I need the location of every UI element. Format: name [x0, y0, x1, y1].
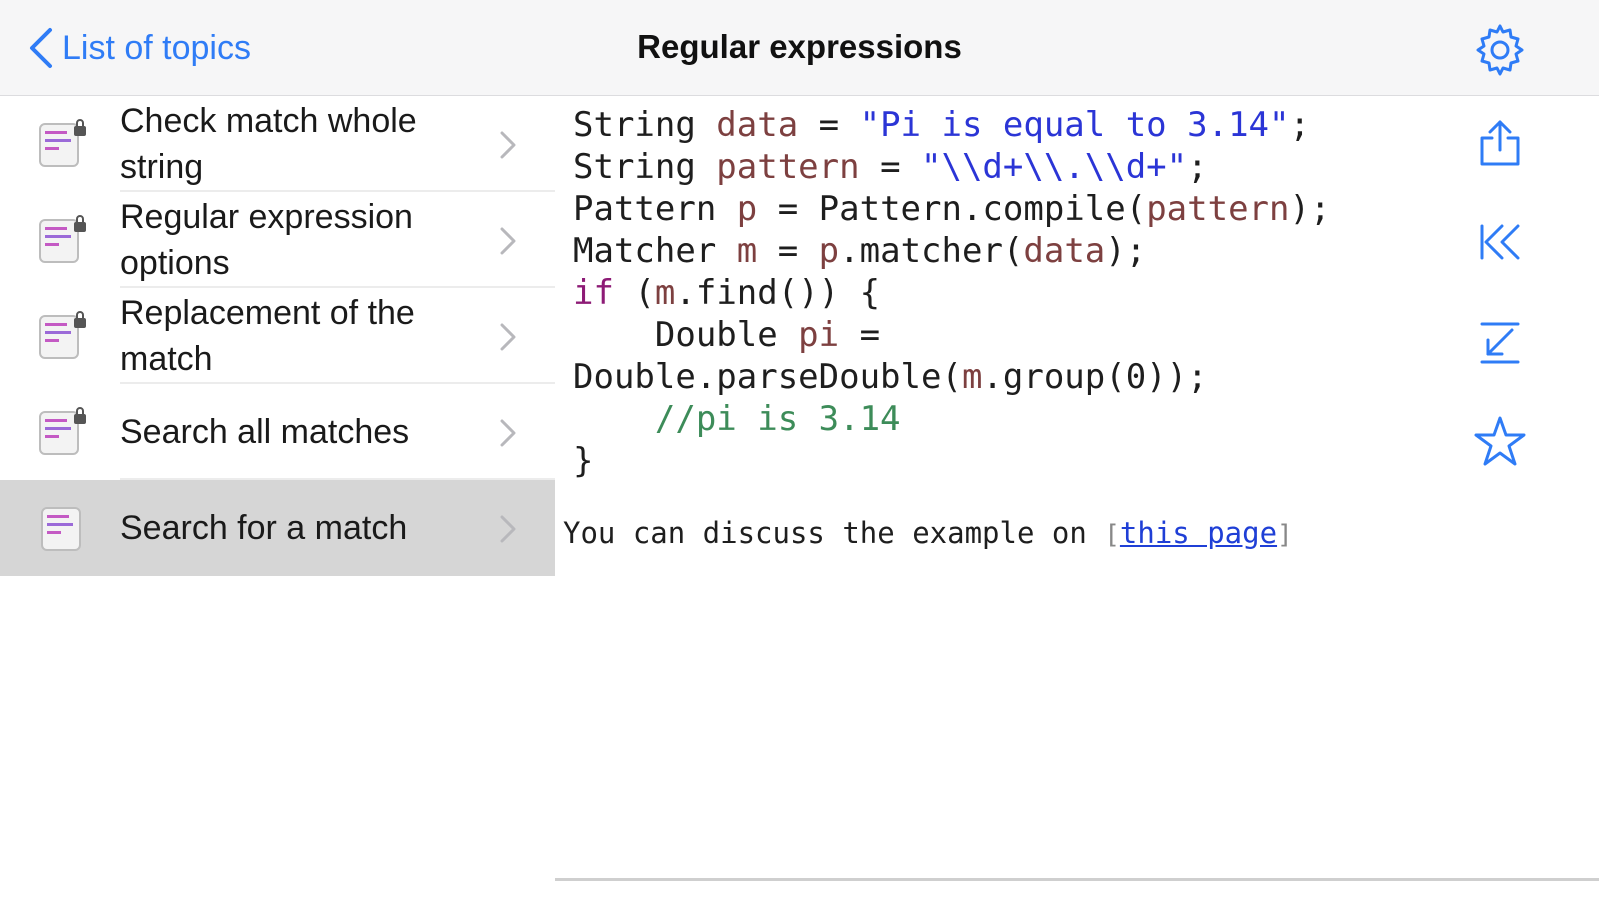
- topic-label: Regular expression options: [120, 198, 413, 282]
- locked-code-file-icon: [39, 407, 86, 455]
- topic-label: Check match whole string: [120, 102, 417, 186]
- code-line: String pattern = "\\d+\\.\\d+";: [573, 147, 1208, 187]
- code-file-icon: [41, 507, 81, 551]
- discussion-text: You can discuss the example on [this pag…: [563, 516, 1293, 550]
- code-line: }: [573, 441, 594, 481]
- share-icon[interactable]: [1468, 110, 1532, 174]
- code-line: Matcher m = p.matcher(data);: [573, 231, 1147, 271]
- topic-item-replacement-of-the-match[interactable]: Replacement of the match: [0, 288, 555, 384]
- code-line: //pi is 3.14: [654, 399, 901, 439]
- code-line: if (m.find()) {: [573, 273, 881, 313]
- topic-label: Search all matches: [120, 413, 410, 451]
- locked-code-file-icon: [39, 311, 86, 359]
- code-example: String data = "Pi is equal to 3.14"; Stri…: [573, 104, 1330, 482]
- topic-label: Replacement of the match: [120, 294, 415, 378]
- open-bracket: [: [1104, 520, 1120, 550]
- this-page-link[interactable]: this page: [1120, 516, 1277, 550]
- topic-label: Search for a match: [120, 509, 408, 547]
- navigation-bar: List of topics Regular expressions: [0, 0, 1599, 96]
- topic-list: Check match whole string Regular express…: [0, 96, 555, 576]
- code-line: Pattern p = Pattern.compile(pattern);: [573, 189, 1331, 229]
- chevron-right-icon: [500, 419, 516, 447]
- download-icon[interactable]: [1468, 310, 1532, 374]
- first-topic-icon[interactable]: [1468, 210, 1532, 274]
- chevron-right-icon: [500, 131, 516, 159]
- topic-item-search-all-matches[interactable]: Search all matches: [0, 384, 555, 480]
- topic-item-check-match-whole-string[interactable]: Check match whole string: [0, 96, 555, 192]
- discussion-prefix: You can discuss the example on: [563, 516, 1105, 550]
- chevron-right-icon: [500, 515, 516, 543]
- code-line: String data = "Pi is equal to 3.14";: [573, 105, 1310, 145]
- chevron-right-icon: [500, 227, 516, 255]
- topic-item-search-for-a-match[interactable]: Search for a match: [0, 480, 555, 576]
- topic-item-regular-expression-options[interactable]: Regular expression options: [0, 192, 555, 288]
- favorite-star-icon[interactable]: [1468, 410, 1532, 474]
- bottom-divider: [555, 878, 1599, 881]
- locked-code-file-icon: [39, 215, 86, 263]
- chevron-right-icon: [500, 323, 516, 351]
- code-line: Double pi =: [573, 315, 881, 355]
- close-bracket: ]: [1277, 520, 1293, 550]
- locked-code-file-icon: [39, 119, 86, 167]
- page-title: Regular expressions: [637, 28, 962, 65]
- gear-icon[interactable]: [1472, 22, 1528, 78]
- code-line: Double.parseDouble(m.group(0));: [573, 357, 1208, 397]
